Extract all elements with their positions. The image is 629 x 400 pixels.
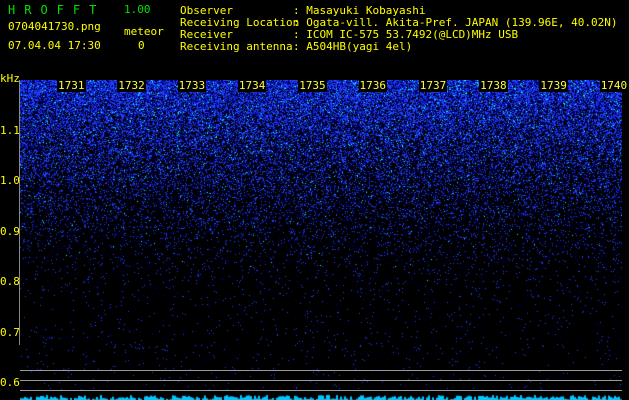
x-tick-label: 1731: [57, 79, 86, 92]
app-title: HROFFT: [8, 3, 106, 17]
y-tick-label: 1.0: [0, 174, 20, 187]
x-tick-label: 1736: [358, 79, 387, 92]
file-datetime: 07.04.04 17:30: [8, 39, 101, 52]
x-tick-label: 1732: [117, 79, 146, 92]
x-tick-label: 1734: [237, 79, 267, 92]
x-tick-label: 1739: [539, 79, 568, 92]
app-version: 1.00: [124, 3, 151, 16]
reference-line: [20, 390, 622, 391]
x-tick-label: 1735: [298, 79, 327, 92]
info-label: Receiving antenna: [180, 40, 293, 53]
y-tick-label: 0.9: [0, 224, 20, 238]
y-tick-label: 0.7: [0, 325, 20, 339]
info-value: : A504HB(yagi 4el): [293, 40, 413, 53]
x-tick-label: 1733: [177, 79, 207, 92]
x-tick-label: 1740: [599, 79, 629, 92]
x-tick-label: 1737: [418, 79, 448, 92]
y-tick-label: 1.1: [0, 123, 20, 137]
file-name: 0704041730.png: [8, 20, 101, 33]
spectrogram: [20, 80, 622, 400]
meteor-count: 0: [138, 39, 145, 52]
y-tick-label: 0.8: [0, 275, 20, 288]
y-tick-label: 0.6: [0, 376, 20, 389]
reference-line: [20, 370, 622, 371]
x-tick-label: 1738: [479, 79, 508, 92]
y-axis-line: [19, 80, 20, 345]
y-axis-label: kHz: [0, 72, 20, 85]
reference-line: [20, 380, 622, 381]
meteor-label: meteor: [124, 25, 164, 38]
